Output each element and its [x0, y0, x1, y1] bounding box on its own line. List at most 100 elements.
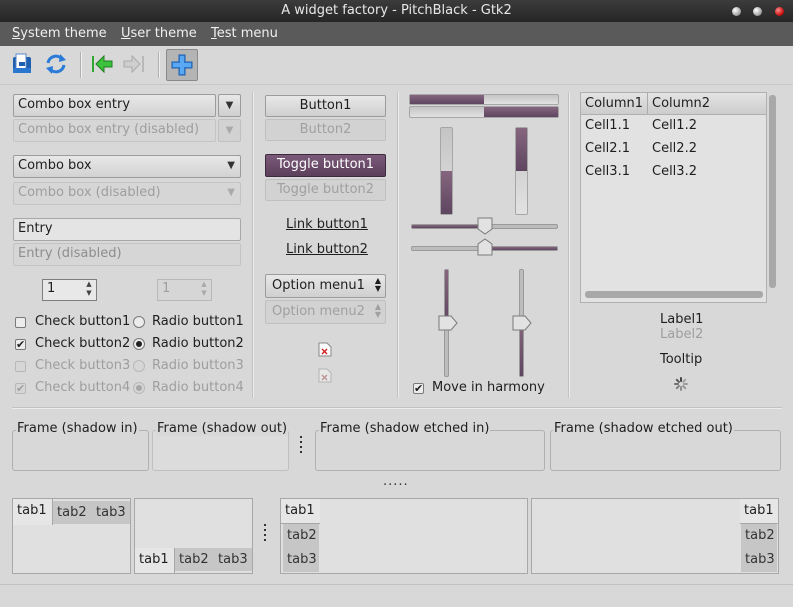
tab2[interactable]: tab2 — [175, 548, 214, 571]
progress-fill — [441, 171, 452, 214]
refresh-icon[interactable] — [42, 50, 70, 78]
tab3[interactable]: tab3 — [214, 548, 252, 571]
tree-view: Column1 Column2 Cell1.1 Cell1.2 Cell2.1 … — [580, 92, 776, 303]
entry-field[interactable]: Entry — [13, 218, 241, 241]
notebook-tabs-right: tab1 tab2 tab3 — [531, 498, 779, 574]
radio-button3-label: Radio button3 — [152, 358, 244, 373]
link-button2[interactable]: Link button2 — [286, 242, 368, 257]
combo-box[interactable]: Combo box ▼ — [13, 155, 241, 178]
frame-shadow-out — [152, 430, 289, 471]
spin-button[interactable]: 1 ▲ ▼ — [42, 279, 97, 301]
frame-shadow-etched-out — [550, 430, 781, 471]
slider-knob[interactable] — [512, 315, 532, 335]
check-button4-label: Check button4 — [35, 380, 131, 395]
tab2[interactable]: tab2 — [283, 524, 319, 548]
tab3[interactable]: tab3 — [741, 548, 777, 572]
minimize-button[interactable] — [732, 7, 741, 16]
toggle-button1[interactable]: Toggle button1 — [265, 154, 386, 177]
tab1[interactable]: tab1 — [280, 498, 320, 524]
tree-cell[interactable]: Cell2.1 — [585, 141, 630, 156]
link-button1[interactable]: Link button1 — [286, 217, 368, 232]
tab3[interactable]: tab3 — [283, 548, 319, 572]
check-button2-label[interactable]: Check button2 — [35, 336, 130, 351]
toolbar-separator — [80, 52, 82, 78]
menu-label: ser theme — [130, 26, 197, 41]
progress-fill — [484, 107, 558, 117]
radio-selected-dot — [136, 341, 142, 347]
radio-button2-label[interactable]: Radio button2 — [152, 336, 244, 351]
column-header-1[interactable]: Column1 — [585, 96, 643, 111]
move-in-harmony-label[interactable]: Move in harmony — [432, 380, 545, 395]
radio-button1-circle[interactable] — [133, 316, 145, 328]
maximize-button[interactable] — [753, 7, 762, 16]
main-window: A widget factory - PitchBlack - Gtk2 Sys… — [0, 0, 793, 607]
slider-knob[interactable] — [438, 315, 458, 335]
go-forward-icon[interactable] — [120, 50, 148, 78]
check-button3-label: Check button3 — [35, 358, 131, 373]
check-button1-box[interactable] — [15, 317, 26, 328]
tab2[interactable]: tab2 — [53, 501, 92, 524]
check-button2-box[interactable]: ✔ — [15, 339, 26, 350]
check-button3-box — [15, 361, 26, 372]
close-button[interactable] — [775, 7, 784, 16]
status-bar — [0, 584, 793, 607]
menu-mnemonic: U — [121, 26, 131, 41]
toolbar — [0, 46, 793, 85]
horizontal-scrollbar[interactable] — [585, 291, 763, 298]
label1: Label1 — [660, 312, 704, 327]
tab2[interactable]: tab2 — [741, 524, 777, 548]
menu-system-theme[interactable]: System theme — [12, 26, 107, 41]
progress-bar-horizontal-top — [409, 94, 559, 105]
progress-fill — [410, 95, 484, 104]
radio-button1-label[interactable]: Radio button1 — [152, 314, 244, 329]
tree-cell[interactable]: Cell3.1 — [585, 164, 630, 179]
tree-cell[interactable]: Cell1.1 — [585, 118, 630, 133]
entry-field-text: Entry — [18, 221, 53, 236]
tooltip-label[interactable]: Tooltip — [660, 352, 702, 367]
tree-cell[interactable]: Cell2.2 — [652, 141, 697, 156]
option-menu1[interactable]: Option menu1 ▲ ▼ — [265, 274, 386, 298]
combo-entry-dropdown-button[interactable]: ▼ — [218, 94, 241, 117]
title-bar[interactable]: A widget factory - PitchBlack - Gtk2 — [0, 0, 793, 22]
vertical-scrollbar[interactable] — [769, 95, 776, 288]
tree-cell[interactable]: Cell3.2 — [652, 164, 697, 179]
tab1[interactable]: tab1 — [134, 548, 175, 574]
slider-fill — [412, 225, 485, 228]
spin-button-disabled: 1 ▲ ▼ — [157, 279, 212, 301]
progress-bar-vertical-left — [440, 127, 453, 215]
radio-button3-circle — [133, 360, 145, 372]
horizontal-dots-handle[interactable]: ..... — [383, 474, 409, 489]
radio-button4-label: Radio button4 — [152, 380, 244, 395]
go-back-icon[interactable] — [88, 50, 116, 78]
broken-image-icon — [318, 342, 332, 361]
check-button1-label[interactable]: Check button1 — [35, 314, 130, 329]
option-menu2-disabled: Option menu2 ▲ ▼ — [265, 300, 386, 324]
menu-label: ystem theme — [20, 26, 107, 41]
menu-user-theme[interactable]: User theme — [121, 26, 197, 41]
tree-cell[interactable]: Cell1.2 — [652, 118, 697, 133]
menu-test-menu[interactable]: Test menu — [211, 26, 278, 41]
tab1[interactable]: tab1 — [740, 498, 779, 524]
add-icon[interactable] — [166, 49, 198, 81]
broken-image-disabled-icon — [318, 368, 332, 387]
move-in-harmony-checkbox[interactable]: ✔ — [413, 383, 424, 394]
spin-stepper-icon[interactable]: ▲ ▼ — [83, 280, 95, 300]
slider-knob[interactable] — [477, 217, 493, 239]
column-header-2[interactable]: Column2 — [652, 96, 710, 111]
vertical-dots-handle[interactable] — [300, 436, 303, 456]
check-mark-icon: ✔ — [16, 338, 26, 351]
entry-field-disabled-text: Entry (disabled) — [18, 246, 122, 261]
tab1[interactable]: tab1 — [12, 498, 53, 525]
tree-header: Column1 Column2 — [581, 93, 766, 115]
tab3[interactable]: tab3 — [92, 501, 130, 524]
frame-shadow-in — [12, 430, 149, 471]
combo-box-entry[interactable]: Combo box entry — [13, 94, 216, 117]
slider-knob[interactable] — [477, 238, 493, 260]
spin-stepper-icon: ▲ ▼ — [201, 280, 207, 297]
check-mark-icon: ✔ — [414, 382, 424, 395]
slider-fill — [484, 247, 557, 250]
vertical-dots-handle[interactable] — [264, 524, 267, 544]
radio-button2-circle[interactable] — [133, 338, 145, 350]
archive-icon[interactable] — [8, 50, 36, 78]
button1[interactable]: Button1 — [265, 95, 386, 117]
